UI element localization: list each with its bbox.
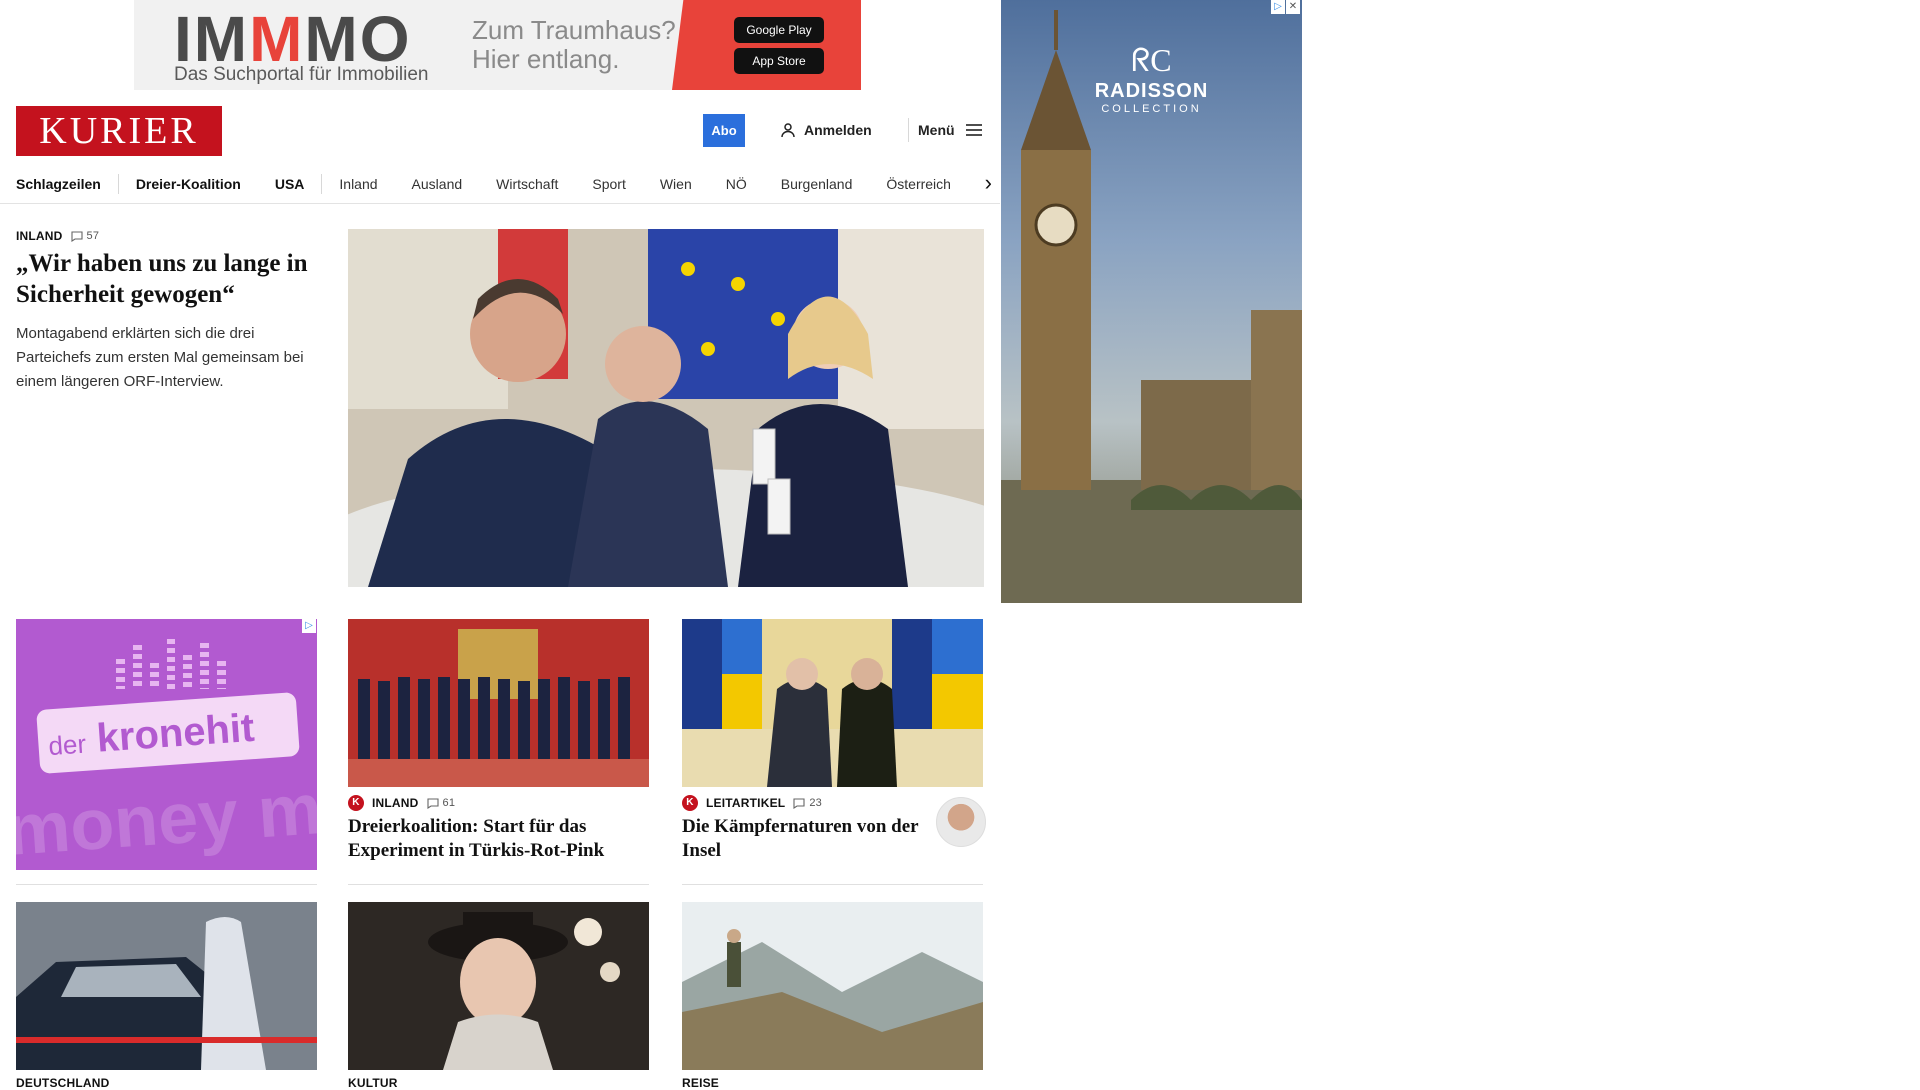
comment-icon	[426, 797, 439, 809]
nav-item-oesterreich[interactable]: Österreich	[886, 176, 951, 192]
lead-photo-illustration	[348, 229, 984, 587]
nav-scroll-right-icon[interactable]: ›	[968, 168, 992, 198]
app-store-button[interactable]: App Store	[734, 48, 824, 74]
kurier-k-icon: K	[682, 795, 698, 811]
ad-subtitle: Das Suchportal für Immobilien	[174, 64, 429, 85]
top-banner-ad[interactable]: IMMMO Das Suchportal für Immobilien Zum …	[134, 0, 861, 90]
ad-red-panel	[672, 0, 861, 90]
card-kicker-reise[interactable]: REISE	[682, 1076, 719, 1090]
card-divider	[348, 884, 649, 885]
radisson-logo: ᖇC RADISSON COLLECTION	[1001, 42, 1302, 115]
card-kicker-kultur[interactable]: KULTUR	[348, 1076, 398, 1090]
abo-button[interactable]: Abo	[703, 114, 745, 147]
government-group-illustration	[348, 619, 649, 787]
lead-headline[interactable]: „Wir haben uns zu lange in Sicherheit ge…	[16, 248, 316, 310]
card-headline-dreierkoalition[interactable]: Dreierkoalition: Start für das Experimen…	[348, 815, 649, 863]
nav-item-usa[interactable]: USA	[275, 176, 305, 192]
google-play-button[interactable]: Google Play	[734, 17, 824, 43]
card-photo-leitartikel[interactable]	[682, 619, 983, 787]
card-photo-reise[interactable]	[682, 902, 983, 1070]
login-button[interactable]: Anmelden	[780, 119, 872, 141]
singer-portrait-illustration	[348, 902, 649, 1070]
header-divider	[908, 118, 909, 142]
nav-separator	[321, 174, 323, 194]
nav-item-dreier-koalition[interactable]: Dreier-Koalition	[136, 176, 241, 192]
nav-item-inland[interactable]: Inland	[339, 176, 377, 192]
author-avatar[interactable]	[936, 797, 986, 847]
nav-item-burgenland[interactable]: Burgenland	[781, 176, 853, 192]
crime-scene-car-illustration	[16, 902, 317, 1070]
flags-handshake-illustration	[682, 619, 983, 787]
card-kicker-deutschland[interactable]: DEUTSCHLAND	[16, 1076, 110, 1090]
equalizer-icon	[116, 639, 227, 689]
section-nav: Schlagzeilen Dreier-Koalition USA Inland…	[16, 164, 986, 204]
comment-icon	[70, 230, 83, 242]
mountain-hiker-illustration	[682, 902, 983, 1070]
nav-item-ausland[interactable]: Ausland	[412, 176, 463, 192]
card-comment-count[interactable]: 23	[793, 797, 822, 809]
comment-icon	[793, 797, 805, 809]
menu-label: Menü	[918, 122, 955, 138]
card-photo-dreierkoalition[interactable]	[348, 619, 649, 787]
radisson-monogram-icon: ᖇC	[1131, 42, 1172, 78]
adchoices-icon[interactable]: ▷	[1271, 0, 1285, 14]
lead-teaser: Montagabend erklärten sich die drei Part…	[16, 325, 304, 390]
hamburger-icon	[965, 124, 982, 136]
lead-kicker[interactable]: INLAND 57	[16, 229, 99, 243]
card-kicker-leitartikel[interactable]: K LEITARTIKEL 23	[682, 795, 822, 811]
lead-photo[interactable]	[348, 229, 984, 587]
kronehit-ad[interactable]: money m der kronehit ▷	[16, 619, 317, 870]
kronehit-background-text: money m	[16, 769, 317, 870]
skyscraper-ad[interactable]: ᖇC RADISSON COLLECTION ▷ ✕	[1001, 0, 1302, 603]
card-divider	[682, 884, 983, 885]
lead-section-label: INLAND	[16, 229, 63, 243]
card-divider	[16, 884, 317, 885]
card-photo-deutschland[interactable]	[16, 902, 317, 1070]
kurier-k-icon: K	[348, 795, 364, 811]
nav-item-sport[interactable]: Sport	[592, 176, 625, 192]
menu-button[interactable]: Menü	[918, 119, 983, 141]
nav-separator	[117, 174, 119, 194]
nav-border	[0, 203, 1000, 204]
ad-tagline: Zum Traumhaus? Hier entlang.	[472, 15, 676, 74]
ad-close-icon[interactable]: ✕	[1286, 0, 1300, 14]
card-kicker-inland[interactable]: K INLAND 61	[348, 795, 455, 811]
nav-item-wirtschaft[interactable]: Wirtschaft	[496, 176, 558, 192]
nav-item-schlagzeilen[interactable]: Schlagzeilen	[16, 176, 101, 192]
nav-item-wien[interactable]: Wien	[660, 176, 692, 192]
lead-comment-count[interactable]: 57	[70, 230, 100, 242]
card-comment-count[interactable]: 61	[426, 797, 456, 809]
login-label: Anmelden	[804, 122, 872, 138]
adchoices-icon[interactable]: ▷	[302, 619, 316, 633]
kurier-logo[interactable]: KURIER	[16, 106, 222, 156]
user-icon	[781, 123, 795, 138]
card-headline-leitartikel[interactable]: Die Kämpfernaturen von der Insel	[682, 815, 922, 863]
card-photo-kultur[interactable]	[348, 902, 649, 1070]
nav-item-noe[interactable]: NÖ	[726, 176, 747, 192]
